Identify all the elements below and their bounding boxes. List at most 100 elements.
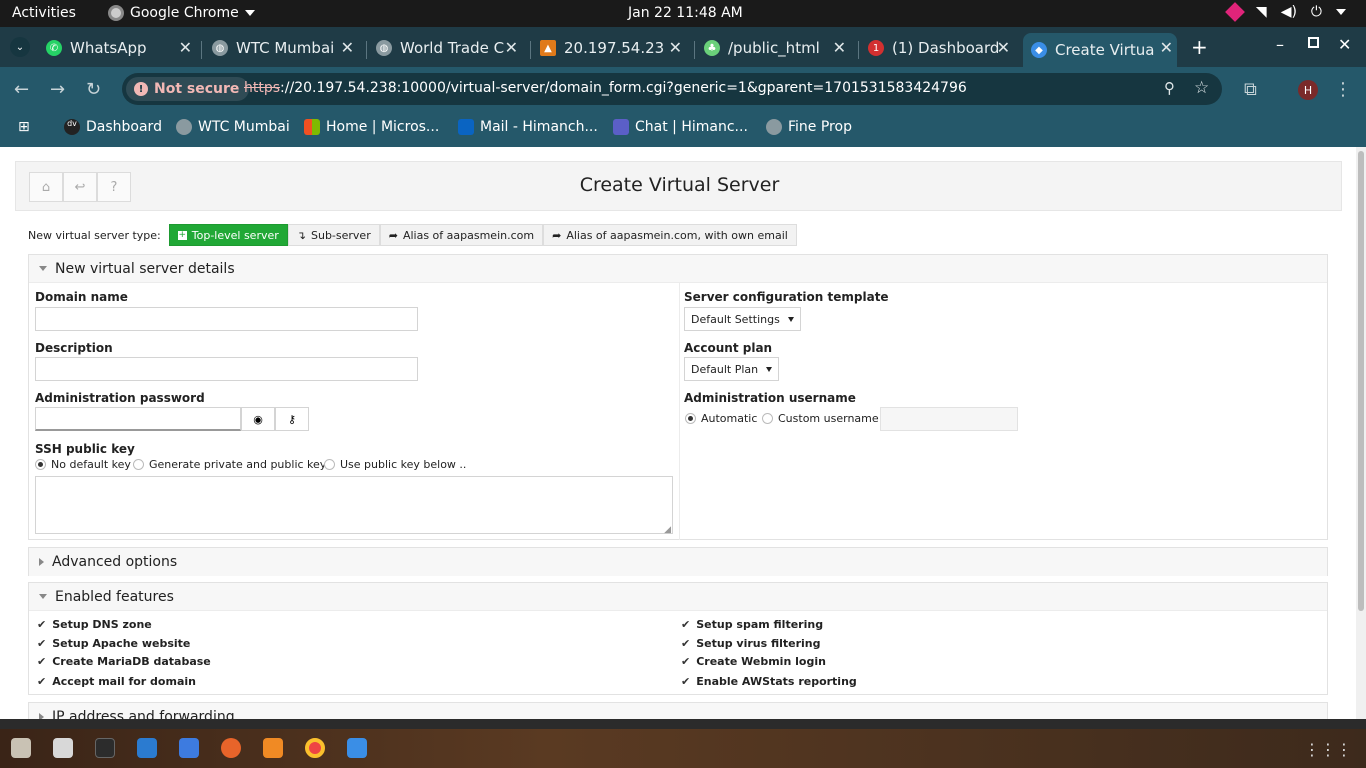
username-automatic-radio[interactable]: Automatic xyxy=(685,412,757,425)
forward-arrow-icon[interactable]: → xyxy=(50,79,65,100)
custom-username-input[interactable] xyxy=(880,407,1018,431)
url-text[interactable]: https://20.197.54.238:10000/virtual-serv… xyxy=(244,80,967,96)
close-icon[interactable]: ✕ xyxy=(833,38,846,57)
features-header[interactable]: Enabled features xyxy=(29,583,1327,611)
kebab-menu-icon[interactable]: ⋮ xyxy=(1334,79,1352,100)
text-editor-icon[interactable] xyxy=(11,738,31,758)
username-custom-radio[interactable]: Custom username xyxy=(762,412,879,425)
details-header[interactable]: New virtual server details xyxy=(29,255,1327,283)
tab-webmin-ip[interactable]: ▲ 20.197.54.23 ✕ xyxy=(540,33,686,63)
document-icon[interactable] xyxy=(179,738,199,758)
tab-world-trade[interactable]: ◍ World Trade C ✕ xyxy=(376,33,522,63)
virtualmin-icon: ◆ xyxy=(1031,42,1047,58)
profile-avatar[interactable]: H xyxy=(1298,80,1318,100)
chevron-down-icon xyxy=(244,10,255,16)
ip-header[interactable]: IP address and forwarding xyxy=(29,703,1327,719)
close-icon[interactable]: ✕ xyxy=(505,38,518,57)
omnibox[interactable]: ! Not secure https://20.197.54.238:10000… xyxy=(122,73,1222,105)
apps-grid-icon[interactable]: ⊞ xyxy=(18,119,30,135)
close-icon[interactable]: ✕ xyxy=(341,38,354,57)
reload-icon[interactable]: ↻ xyxy=(86,79,101,100)
clock[interactable]: Jan 22 11:48 AM xyxy=(628,5,743,21)
minimize-icon[interactable]: – xyxy=(1276,35,1284,54)
notification-badge-icon: 1 xyxy=(868,40,884,56)
tab-whatsapp[interactable]: ✆ WhatsApp ✕ xyxy=(46,33,196,63)
type-top-level-button[interactable]: + Top-level server xyxy=(168,224,288,246)
terminal-icon[interactable] xyxy=(95,738,115,758)
description-label: Description xyxy=(35,341,113,355)
radio-label: Automatic xyxy=(701,412,758,425)
show-apps-icon[interactable]: ⋮⋮⋮ xyxy=(1304,740,1352,759)
show-password-button[interactable]: ◉ xyxy=(241,407,275,431)
feature-awstats-checkbox[interactable]: ✔ Enable AWStats reporting xyxy=(681,675,857,688)
ssh-generate-radio[interactable]: Generate private and public keys xyxy=(133,458,332,471)
type-alias-button[interactable]: ➦ Alias of aapasmein.com xyxy=(379,224,544,246)
advanced-header[interactable]: Advanced options xyxy=(29,548,1327,576)
scrollbar-thumb[interactable] xyxy=(1358,151,1364,611)
bookmark-chat[interactable]: Chat | Himanc... xyxy=(613,119,748,135)
feature-spam-checkbox[interactable]: ✔ Setup spam filtering xyxy=(681,618,823,631)
radio-icon xyxy=(324,459,335,470)
bookmark-microsoft[interactable]: Home | Micros... xyxy=(304,119,439,135)
security-chip[interactable]: ! Not secure xyxy=(126,77,250,101)
radio-label: Generate private and public keys xyxy=(149,458,333,471)
bookmark-mail[interactable]: Mail - Himanch... xyxy=(458,119,598,135)
back-arrow-icon[interactable]: ← xyxy=(14,79,29,100)
generate-password-button[interactable]: ⚷ xyxy=(275,407,309,431)
notes-icon[interactable] xyxy=(347,738,367,758)
firefox-icon[interactable] xyxy=(221,738,241,758)
feature-mariadb-checkbox[interactable]: ✔ Create MariaDB database xyxy=(37,655,211,668)
star-icon[interactable]: ☆ xyxy=(1194,78,1209,98)
bookmark-fine-prop[interactable]: Fine Prop xyxy=(766,119,852,135)
ssh-no-key-radio[interactable]: No default key xyxy=(35,458,131,471)
chrome-dock-icon[interactable] xyxy=(305,738,325,758)
close-icon[interactable]: ✕ xyxy=(1160,38,1173,57)
extensions-icon[interactable]: ⧉ xyxy=(1244,79,1257,100)
tab-title: /public_html xyxy=(728,39,820,57)
zoom-icon[interactable]: ⚲ xyxy=(1164,79,1175,97)
feature-apache-checkbox[interactable]: ✔ Setup Apache website xyxy=(37,637,190,650)
plus-icon: + xyxy=(177,229,187,240)
tab-dashboard[interactable]: 1 (1) Dashboard ✕ xyxy=(868,33,1014,63)
tab-public-html[interactable]: ♣ /public_html ✕ xyxy=(704,33,850,63)
template-select[interactable]: Default Settings xyxy=(684,307,801,331)
new-tab-icon[interactable]: + xyxy=(1191,35,1208,59)
app-menu[interactable]: Google Chrome xyxy=(108,5,255,21)
ssh-use-below-radio[interactable]: Use public key below .. xyxy=(324,458,466,471)
close-icon[interactable]: ✕ xyxy=(997,38,1010,57)
feature-virus-checkbox[interactable]: ✔ Setup virus filtering xyxy=(681,637,821,650)
admin-password-input[interactable] xyxy=(35,407,241,431)
feature-webmin-checkbox[interactable]: ✔ Create Webmin login xyxy=(681,655,826,668)
close-icon[interactable]: ✕ xyxy=(669,38,682,57)
close-window-icon[interactable]: ✕ xyxy=(1338,35,1351,54)
sublime-icon[interactable] xyxy=(263,738,283,758)
type-alias-email-button[interactable]: ➦ Alias of aapasmein.com, with own email xyxy=(543,224,797,246)
feature-mail-checkbox[interactable]: ✔ Accept mail for domain xyxy=(37,675,196,688)
maximize-icon[interactable] xyxy=(1308,37,1319,48)
files-icon[interactable] xyxy=(53,738,73,758)
tab-divider xyxy=(201,41,202,59)
domain-name-input[interactable] xyxy=(35,307,418,331)
tab-wtc-mumbai[interactable]: ◍ WTC Mumbai ✕ xyxy=(212,33,358,63)
type-sub-server-button[interactable]: ↴ Sub-server xyxy=(287,224,380,246)
tab-search-icon[interactable]: ⌄ xyxy=(10,37,30,57)
feature-dns-checkbox[interactable]: ✔ Setup DNS zone xyxy=(37,618,152,631)
ssh-key-textarea[interactable]: ◢ xyxy=(35,476,673,535)
admin-password-label: Administration password xyxy=(35,391,205,405)
resize-handle-icon[interactable]: ◢ xyxy=(664,525,671,535)
activities-button[interactable]: Activities xyxy=(12,5,76,21)
system-tray[interactable]: ◥ ◀) ⏻ xyxy=(1225,2,1346,22)
page-scrollbar[interactable] xyxy=(1356,147,1366,719)
close-icon[interactable]: ✕ xyxy=(179,38,192,57)
tab-create-virtual-server[interactable]: ◆ Create Virtua ✕ xyxy=(1023,33,1177,67)
globe-icon: ◍ xyxy=(376,40,392,56)
app-indicator-icon xyxy=(1225,2,1245,22)
plan-select[interactable]: Default Plan xyxy=(684,357,780,381)
dock: ⋮⋮⋮ xyxy=(0,729,1366,768)
description-input[interactable] xyxy=(35,357,418,381)
radio-selected-icon xyxy=(35,459,46,470)
bookmark-dashboard[interactable]: dv Dashboard xyxy=(64,119,162,135)
bookmark-wtc-mumbai[interactable]: WTC Mumbai xyxy=(176,119,290,135)
server-type-label: New virtual server type: xyxy=(28,228,161,242)
vscode-icon[interactable] xyxy=(137,738,157,758)
